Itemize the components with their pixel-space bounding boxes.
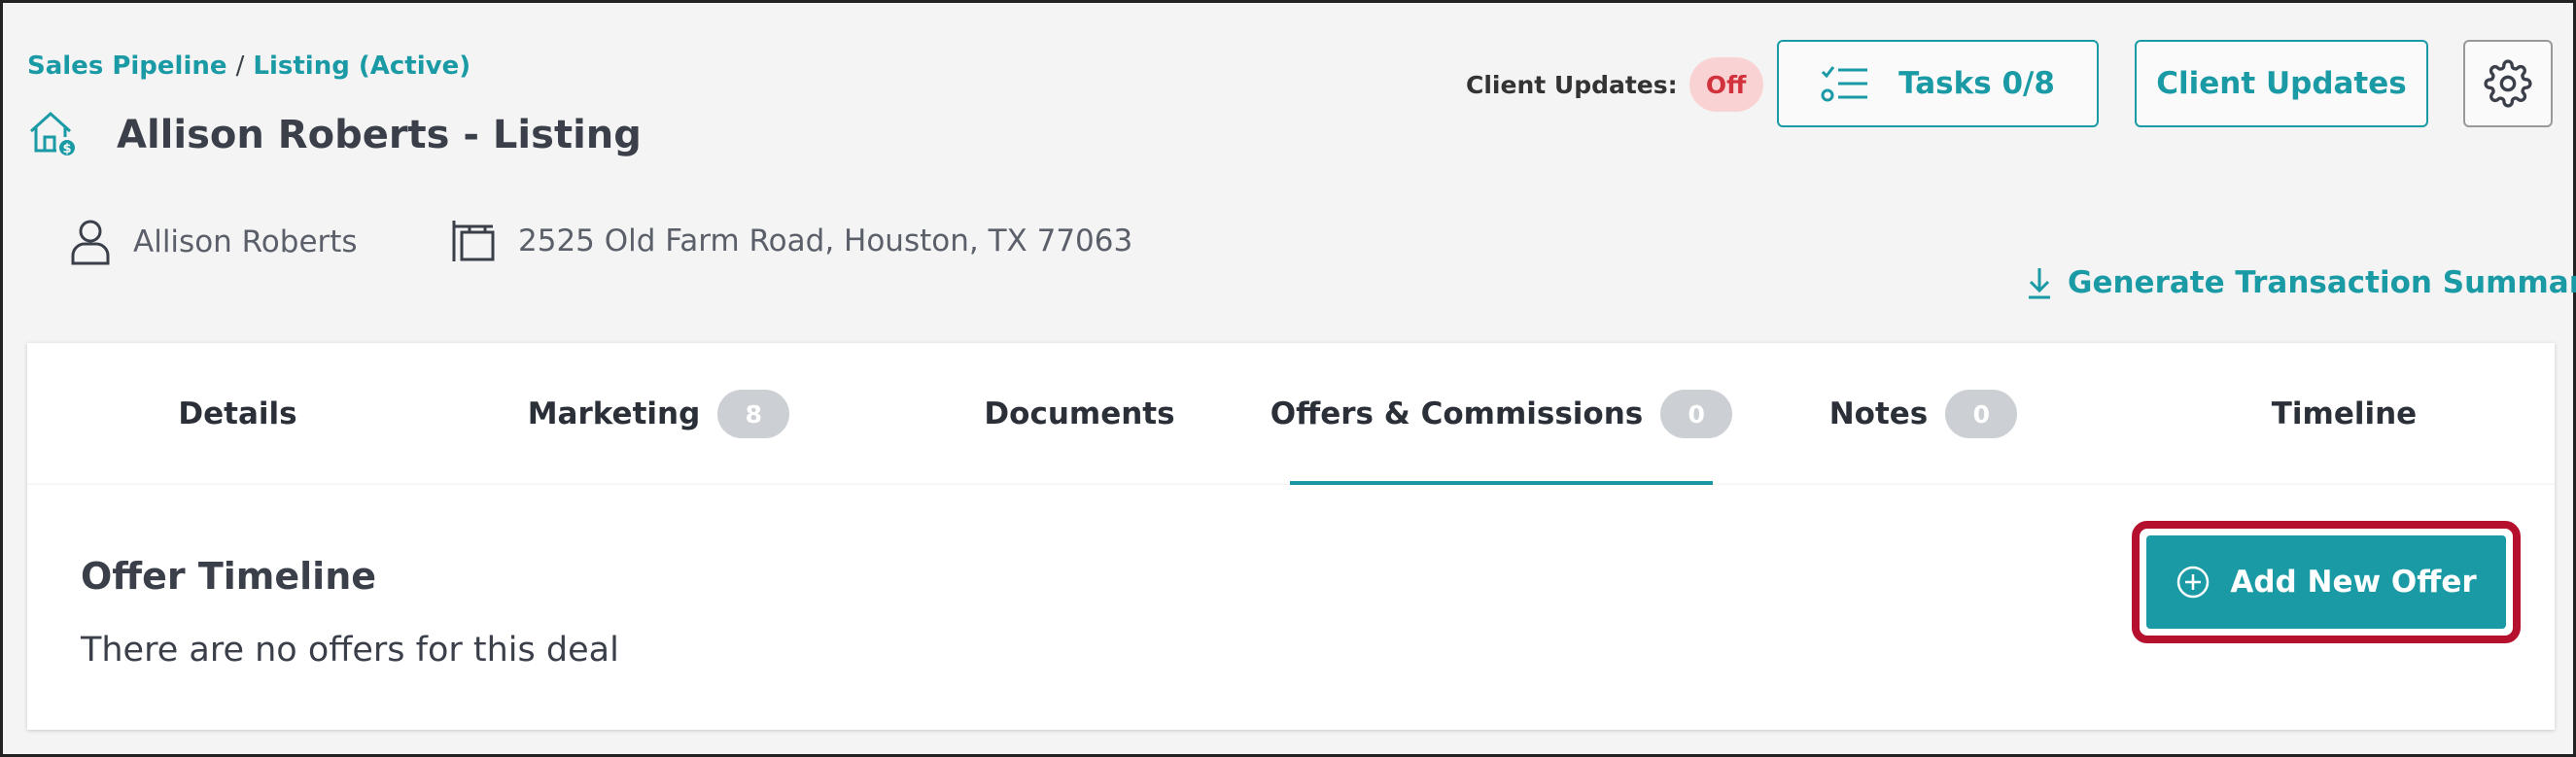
- client-updates-status-badge[interactable]: Off: [1688, 57, 1763, 112]
- app-frame: Sales Pipeline / Listing (Active) $ Alli…: [0, 0, 2576, 757]
- property-address: 2525 Old Farm Road, Houston, TX 77063: [450, 219, 1132, 263]
- client-updates-toggle[interactable]: Client Updates: Off: [1466, 57, 1763, 112]
- tasks-label: Tasks 0/8: [1898, 66, 2055, 101]
- address-text: 2525 Old Farm Road, Houston, TX 77063: [518, 224, 1133, 258]
- gear-icon: [2484, 59, 2532, 108]
- breadcrumb: Sales Pipeline / Listing (Active): [27, 52, 470, 81]
- tab-label: Offers & Commissions: [1270, 396, 1644, 431]
- download-icon: [2029, 268, 2050, 299]
- person-icon: [71, 220, 110, 265]
- checklist-icon: [1821, 66, 1868, 102]
- svg-text:$: $: [62, 142, 71, 156]
- page-title: Allison Roberts - Listing: [117, 113, 642, 157]
- tab-label: Notes: [1828, 396, 1929, 431]
- breadcrumb-listing[interactable]: Listing (Active): [253, 52, 470, 81]
- client-updates-label: Client Updates:: [1466, 70, 1678, 99]
- generate-summary-label: Generate Transaction Summary: [2068, 265, 2576, 300]
- house-dollar-icon: $: [27, 108, 78, 162]
- breadcrumb-sales-pipeline[interactable]: Sales Pipeline: [27, 52, 227, 81]
- tab-timeline[interactable]: Timeline: [2134, 343, 2555, 485]
- count-badge: 8: [717, 390, 790, 438]
- client-name: Allison Roberts: [133, 224, 358, 259]
- add-new-offer-button[interactable]: Add New Offer: [2146, 535, 2506, 629]
- generate-summary-link[interactable]: Generate Transaction Summary: [2027, 265, 2576, 300]
- empty-state-message: There are no offers for this deal: [81, 631, 619, 670]
- tab-marketing[interactable]: Marketing 8: [448, 343, 869, 485]
- tab-label: Documents: [984, 396, 1175, 431]
- tab-label: Marketing: [527, 396, 701, 431]
- breadcrumb-separator: /: [235, 52, 245, 81]
- page-title-row: $ Allison Roberts - Listing: [27, 108, 642, 162]
- tasks-button[interactable]: Tasks 0/8: [1777, 40, 2099, 127]
- client-info: Allison Roberts: [69, 219, 358, 265]
- tab-notes[interactable]: Notes 0: [1713, 343, 2134, 485]
- settings-button[interactable]: [2463, 40, 2553, 127]
- tab-documents[interactable]: Documents: [869, 343, 1290, 485]
- add-new-offer-label: Add New Offer: [2230, 565, 2477, 600]
- tab-details[interactable]: Details: [27, 343, 448, 485]
- tab-offers-commissions[interactable]: Offers & Commissions 0: [1271, 343, 1733, 485]
- offer-timeline-heading: Offer Timeline: [81, 555, 377, 598]
- client-updates-button[interactable]: Client Updates: [2135, 40, 2428, 127]
- tab-label: Details: [178, 396, 297, 431]
- plus-circle-icon: [2177, 566, 2210, 599]
- tab-label: Timeline: [2271, 396, 2418, 431]
- client-updates-button-label: Client Updates: [2156, 66, 2407, 101]
- property-sign-icon: [452, 221, 495, 261]
- tab-bar: Details Marketing 8 Documents Offers & C…: [27, 343, 2555, 485]
- count-badge: 0: [1945, 390, 2018, 438]
